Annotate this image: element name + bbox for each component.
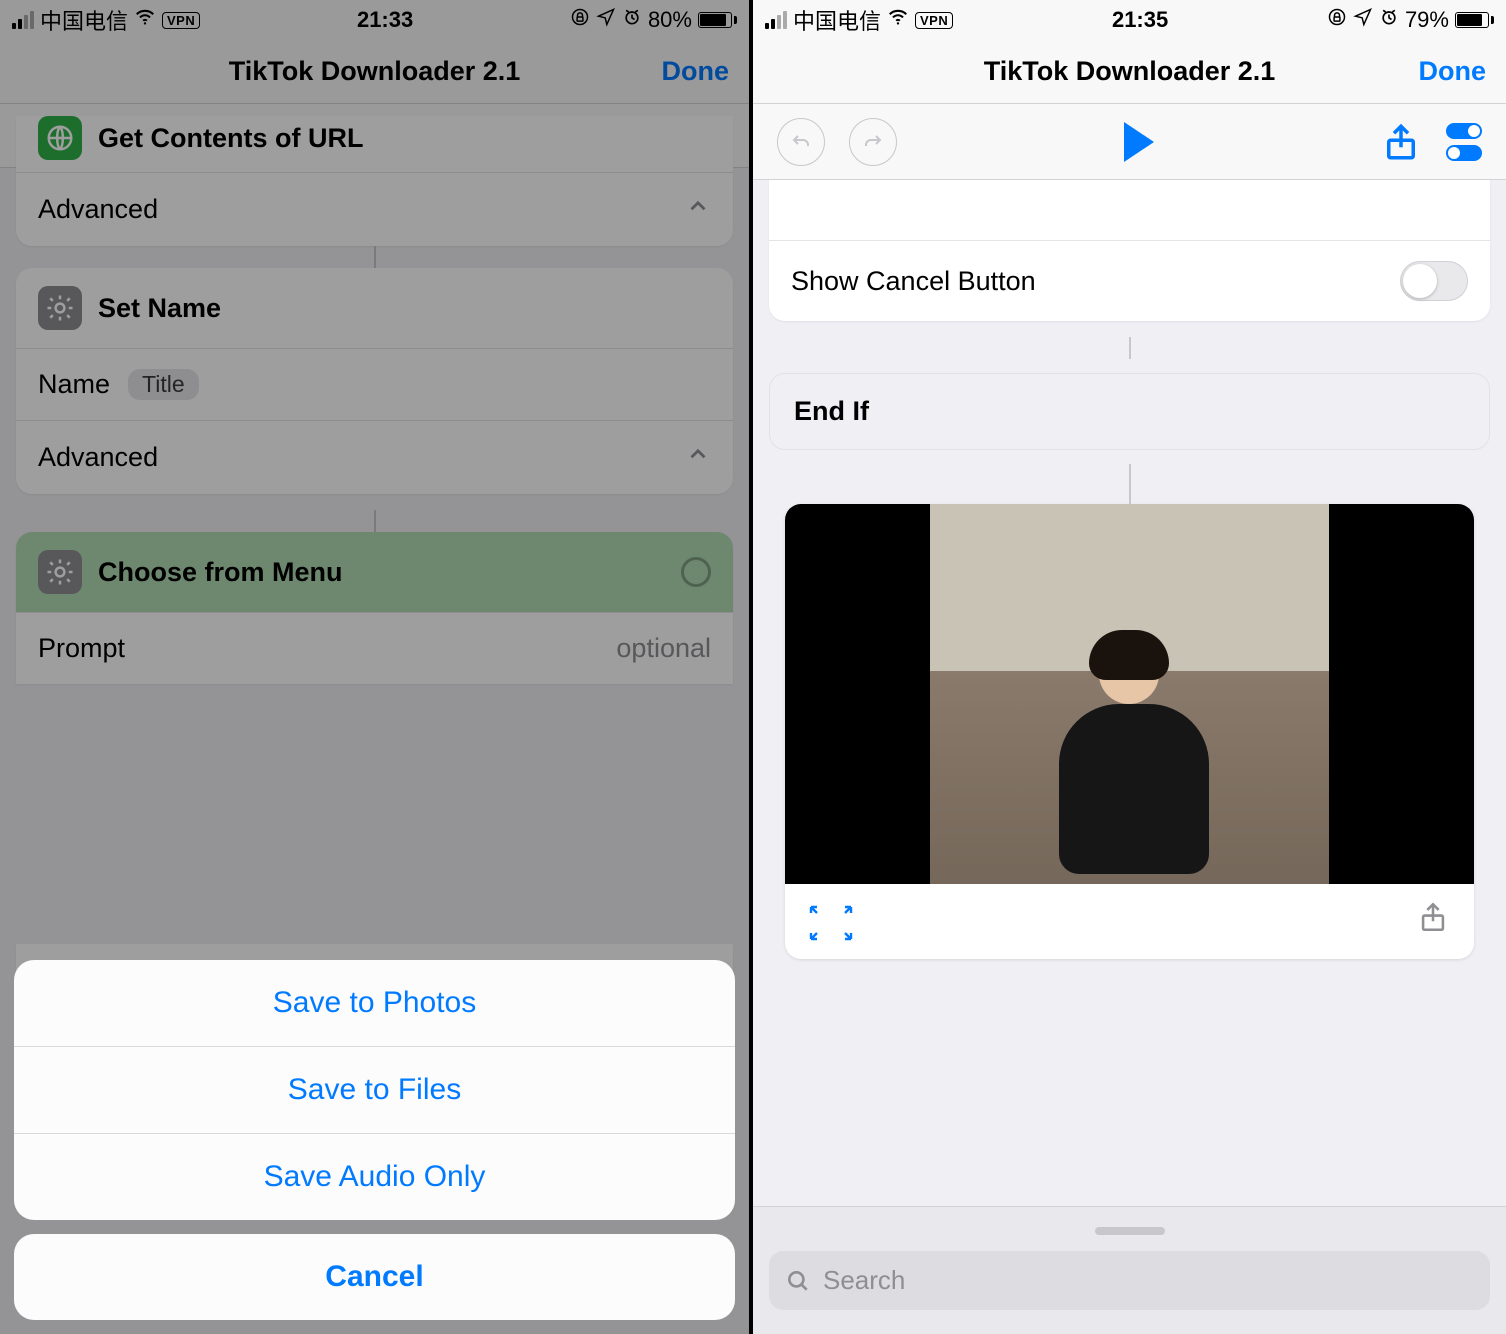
end-if-label: End If — [794, 396, 869, 426]
video-frame — [930, 504, 1330, 884]
search-icon — [785, 1268, 811, 1294]
show-cancel-action[interactable]: Show Cancel Button — [769, 180, 1490, 321]
grabber-handle[interactable] — [1095, 1227, 1165, 1235]
done-button[interactable]: Done — [1419, 56, 1487, 87]
connector — [753, 337, 1506, 359]
settings-toggles-button[interactable] — [1446, 123, 1482, 161]
editor-toolbar — [753, 104, 1506, 180]
nav-bar-right: TikTok Downloader 2.1 Done — [753, 40, 1506, 104]
left-screenshot: 中国电信 VPN 21:33 80% TikTok Downloader 2.1… — [0, 0, 753, 1334]
redo-button[interactable] — [849, 118, 897, 166]
video-preview[interactable] — [785, 504, 1474, 884]
expand-icon[interactable] — [809, 903, 847, 937]
connector — [753, 464, 1506, 504]
alarm-icon — [1379, 7, 1399, 33]
sheet-option-audio[interactable]: Save Audio Only — [14, 1133, 735, 1220]
search-placeholder: Search — [823, 1265, 905, 1296]
sheet-option-photos[interactable]: Save to Photos — [14, 960, 735, 1046]
carrier-label: 中国电信 — [793, 4, 881, 36]
search-dock[interactable]: Search — [753, 1206, 1506, 1334]
lock-rotation-icon — [1327, 7, 1347, 33]
video-subject — [1059, 644, 1199, 874]
sheet-option-files[interactable]: Save to Files — [14, 1046, 735, 1133]
action-sheet: Save to Photos Save to Files Save Audio … — [14, 960, 735, 1320]
share-result-button[interactable] — [1416, 900, 1450, 939]
battery-percent: 79% — [1405, 7, 1449, 33]
location-icon — [1353, 7, 1373, 33]
share-button[interactable] — [1380, 121, 1422, 163]
search-input[interactable]: Search — [769, 1251, 1490, 1310]
status-time: 21:35 — [1112, 7, 1168, 33]
wifi-icon — [887, 6, 909, 34]
end-if-block[interactable]: End If — [769, 373, 1490, 450]
video-result-card — [785, 504, 1474, 959]
sheet-cancel-button[interactable]: Cancel — [14, 1234, 735, 1320]
nav-title: TikTok Downloader 2.1 — [984, 56, 1276, 87]
undo-button[interactable] — [777, 118, 825, 166]
play-button[interactable] — [1118, 121, 1160, 163]
workflow-content-right: Show Cancel Button End If — [753, 180, 1506, 1214]
vpn-badge: VPN — [915, 12, 953, 29]
show-cancel-row[interactable]: Show Cancel Button — [769, 240, 1490, 321]
show-cancel-toggle[interactable] — [1400, 261, 1468, 301]
signal-icon — [765, 11, 787, 29]
show-cancel-label: Show Cancel Button — [791, 266, 1036, 297]
right-screenshot: 中国电信 VPN 21:35 79% TikTok Downloader 2.1… — [753, 0, 1506, 1334]
battery-icon — [1455, 12, 1494, 28]
status-bar-right: 中国电信 VPN 21:35 79% — [753, 0, 1506, 40]
